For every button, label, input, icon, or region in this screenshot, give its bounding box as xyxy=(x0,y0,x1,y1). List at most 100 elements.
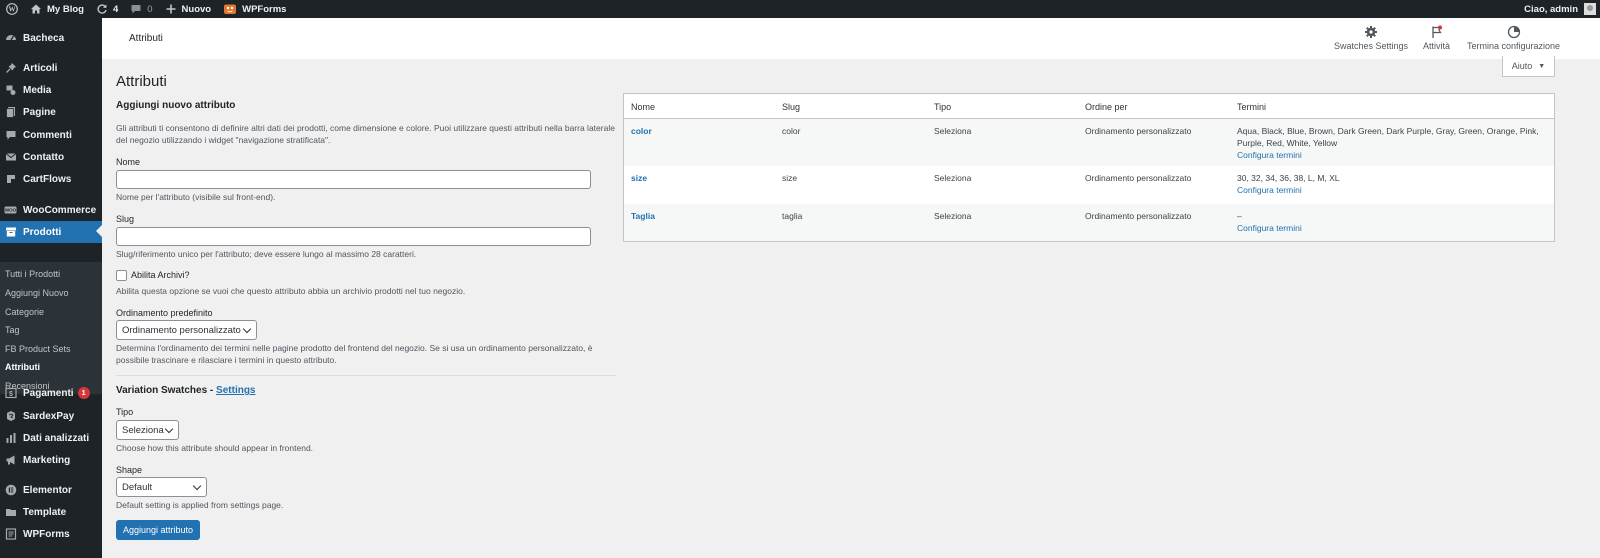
wpforms-link[interactable]: WPForms xyxy=(217,0,292,18)
attribute-type: Seleziona xyxy=(934,211,972,221)
sidebar-item-articoli[interactable]: Articoli xyxy=(0,58,102,78)
configure-terms-link[interactable]: Configura termini xyxy=(1237,149,1549,161)
column-header-order: Ordine per xyxy=(1085,102,1128,112)
submenu-item-tags[interactable]: Tag xyxy=(5,325,20,335)
new-content-link[interactable]: Nuovo xyxy=(159,0,218,18)
wpforms-label: WPForms xyxy=(242,3,287,15)
shape-label: Shape xyxy=(116,465,143,475)
column-header-terms: Termini xyxy=(1237,102,1267,112)
swatches-settings-label: Swatches Settings xyxy=(1334,41,1409,51)
type-label: Tipo xyxy=(116,407,134,417)
chevron-down-icon xyxy=(192,481,202,491)
woocommerce-icon: WOO xyxy=(4,204,17,217)
enable-archive-checkbox[interactable] xyxy=(116,270,127,281)
chevron-down-icon xyxy=(164,424,174,434)
sidebar-item-marketing[interactable]: Marketing xyxy=(0,450,102,470)
add-attribute-button[interactable]: Aggiungi attributo xyxy=(116,520,201,540)
megaphone-icon xyxy=(4,454,17,467)
sidebar-item-elementor[interactable]: Elementor xyxy=(0,480,102,500)
sidebar-item-bacheca[interactable]: Bacheca xyxy=(0,28,102,48)
table-row: size size Seleziona Ordinamento personal… xyxy=(624,166,1554,204)
chevron-down-icon xyxy=(242,324,252,334)
sidebar-item-woocommerce[interactable]: WOO WooCommerce xyxy=(0,200,102,220)
comment-bubble-icon xyxy=(130,3,142,15)
sidebar-item-label: SardexPay xyxy=(23,410,75,422)
attribute-name-link[interactable]: size xyxy=(631,172,647,184)
sidebar-item-label: WPForms xyxy=(23,528,70,540)
updates-count: 4 xyxy=(112,3,119,15)
shape-select[interactable]: Default xyxy=(116,477,207,497)
variation-swatches-title: Variation Swatches - xyxy=(116,385,214,396)
sidebar-item-commenti[interactable]: Commenti xyxy=(0,125,102,145)
help-button[interactable]: Aiuto ▼ xyxy=(1502,56,1555,77)
gear-icon xyxy=(1364,25,1378,39)
mail-icon xyxy=(4,151,17,164)
type-select[interactable]: Seleziona xyxy=(116,420,179,440)
slug-input[interactable] xyxy=(116,227,591,246)
configure-terms-link[interactable]: Configura termini xyxy=(1237,184,1549,196)
attribute-order: Ordinamento personalizzato xyxy=(1085,126,1192,136)
archive-icon xyxy=(4,226,17,239)
sidebar-item-dati-analizzati[interactable]: Dati analizzati xyxy=(0,428,102,448)
chart-bar-icon xyxy=(4,432,17,445)
dashboard-icon xyxy=(4,32,17,45)
swatches-settings-link[interactable]: Settings xyxy=(216,385,255,396)
wordpress-logo-icon: W xyxy=(6,3,18,15)
activity-label: Attività xyxy=(1423,41,1451,51)
submenu-item-attributes[interactable]: Attributi xyxy=(5,362,40,372)
sidebar-item-wpforms[interactable]: WPForms xyxy=(0,524,102,544)
sidebar-item-label: Template xyxy=(23,506,67,518)
cartflows-icon xyxy=(4,173,17,186)
name-description: Nome per l'attributo (visibile sul front… xyxy=(116,192,276,202)
divider xyxy=(116,375,616,376)
my-account-link[interactable]: Ciao, admin xyxy=(1518,0,1596,18)
comments-count: 0 xyxy=(147,3,153,15)
activity-button[interactable]: Attività xyxy=(1423,25,1450,51)
admin-bar: W My Blog 4 0 Nuovo WPForms Ciao, admin xyxy=(0,0,1600,18)
svg-text:W: W xyxy=(9,6,16,14)
attribute-slug: size xyxy=(782,173,798,183)
attribute-terms-cell: 30, 32, 34, 36, 38, L, M, XL Configura t… xyxy=(1237,172,1549,196)
form-intro: Gli attributi ti consentono di definire … xyxy=(116,123,615,145)
sidebar-item-label: Media xyxy=(23,84,52,96)
comments-link[interactable]: 0 xyxy=(124,0,158,18)
finish-setup-button[interactable]: Termina configurazione xyxy=(1467,25,1560,51)
sidebar-item-pagamenti[interactable]: $ Pagamenti 1 xyxy=(0,383,102,403)
configure-terms-link[interactable]: Configura termini xyxy=(1237,222,1549,234)
media-icon xyxy=(4,84,17,97)
default-order-select[interactable]: Ordinamento personalizzato xyxy=(116,320,257,340)
name-input[interactable] xyxy=(116,170,591,189)
updates-link[interactable]: 4 xyxy=(90,0,124,18)
elementor-icon xyxy=(4,484,17,497)
default-order-value: Ordinamento personalizzato xyxy=(122,324,241,336)
form-heading: Aggiungi nuovo attributo xyxy=(116,100,236,111)
sidebar-item-label: Marketing xyxy=(23,454,71,466)
column-header-name: Nome xyxy=(631,102,656,112)
attribute-type: Seleziona xyxy=(934,173,972,183)
svg-text:WOO: WOO xyxy=(5,208,17,213)
attribute-name-link[interactable]: Taglia xyxy=(631,210,655,222)
sidebar-item-label: Contatto xyxy=(23,151,65,163)
sidebar-item-cartflows[interactable]: CartFlows xyxy=(0,169,102,189)
finish-setup-label: Termina configurazione xyxy=(1467,41,1561,51)
attribute-name-link[interactable]: color xyxy=(631,125,652,137)
sidebar-item-pagine[interactable]: Pagine xyxy=(0,102,102,122)
submenu-item-add-new[interactable]: Aggiungi Nuovo xyxy=(5,288,69,298)
attribute-terms: – xyxy=(1237,211,1242,221)
home-icon xyxy=(30,3,42,15)
sidebar-item-template[interactable]: Template xyxy=(0,502,102,522)
sidebar-item-contatto[interactable]: Contatto xyxy=(0,147,102,167)
slug-description: Slug/riferimento unico per l'attributo; … xyxy=(116,249,417,259)
submenu-item-all-products[interactable]: Tutti i Prodotti xyxy=(5,269,60,279)
sidebar-item-prodotti[interactable]: Prodotti xyxy=(0,221,102,243)
submenu-item-categories[interactable]: Categorie xyxy=(5,307,44,317)
submenu-item-fb-product-sets[interactable]: FB Product Sets xyxy=(5,344,71,354)
swatches-settings-button[interactable]: Swatches Settings xyxy=(1334,25,1408,51)
sidebar-item-label: Articoli xyxy=(23,62,58,74)
site-name-link[interactable]: My Blog xyxy=(24,0,90,18)
wordpress-logo-button[interactable]: W xyxy=(0,0,24,18)
sidebar-item-sardexpay[interactable]: SardexPay xyxy=(0,406,102,426)
attribute-order: Ordinamento personalizzato xyxy=(1085,173,1192,183)
sidebar-item-media[interactable]: Media xyxy=(0,80,102,100)
payments-icon: $ xyxy=(4,387,17,400)
